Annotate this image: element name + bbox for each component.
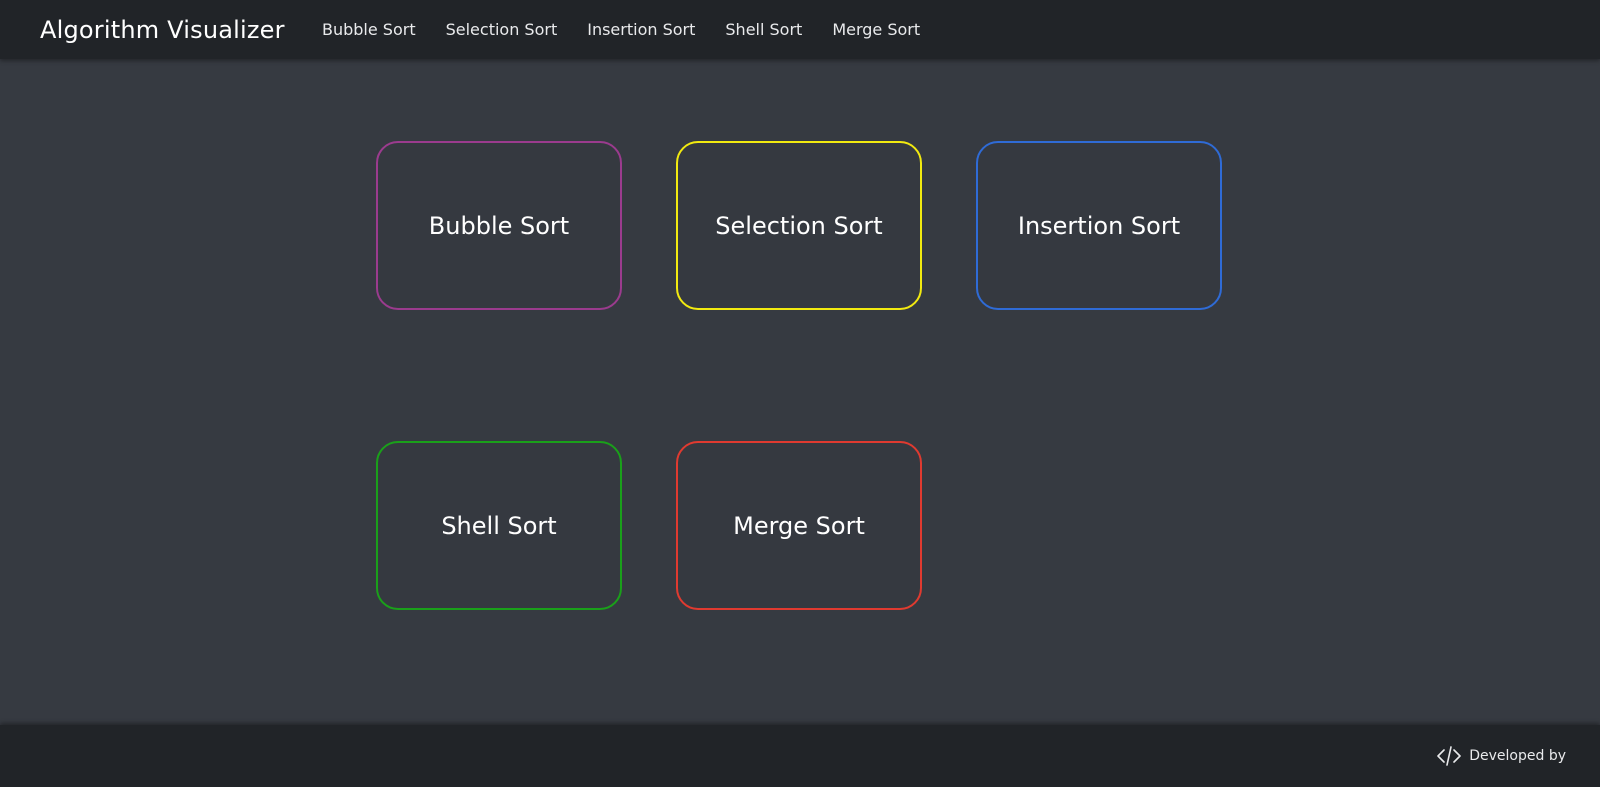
nav-link-bubble-sort[interactable]: Bubble Sort [322, 20, 416, 39]
main-content: Bubble Sort Selection Sort Insertion Sor… [0, 59, 1600, 725]
card-label: Merge Sort [733, 511, 865, 540]
card-insertion-sort[interactable]: Insertion Sort [976, 141, 1222, 310]
navbar: Algorithm Visualizer Bubble Sort Selecti… [0, 0, 1600, 59]
card-label: Selection Sort [715, 211, 883, 240]
nav-link-merge-sort[interactable]: Merge Sort [832, 20, 920, 39]
card-label: Insertion Sort [1017, 211, 1181, 240]
card-shell-sort[interactable]: Shell Sort [376, 441, 622, 610]
credit-text: Developed by [1469, 748, 1566, 764]
card-merge-sort[interactable]: Merge Sort [676, 441, 922, 610]
card-label: Bubble Sort [428, 211, 570, 240]
nav-link-shell-sort[interactable]: Shell Sort [725, 20, 802, 39]
nav-link-insertion-sort[interactable]: Insertion Sort [587, 20, 695, 39]
developer-credit[interactable]: Developed by [1437, 745, 1566, 767]
card-selection-sort[interactable]: Selection Sort [676, 141, 922, 310]
nav-links: Bubble Sort Selection Sort Insertion Sor… [322, 0, 950, 59]
card-bubble-sort[interactable]: Bubble Sort [376, 141, 622, 310]
nav-link-selection-sort[interactable]: Selection Sort [446, 20, 558, 39]
footer: Developed by [0, 725, 1600, 787]
brand-title[interactable]: Algorithm Visualizer [40, 14, 285, 46]
card-label: Shell Sort [441, 511, 557, 540]
code-icon [1437, 746, 1462, 766]
